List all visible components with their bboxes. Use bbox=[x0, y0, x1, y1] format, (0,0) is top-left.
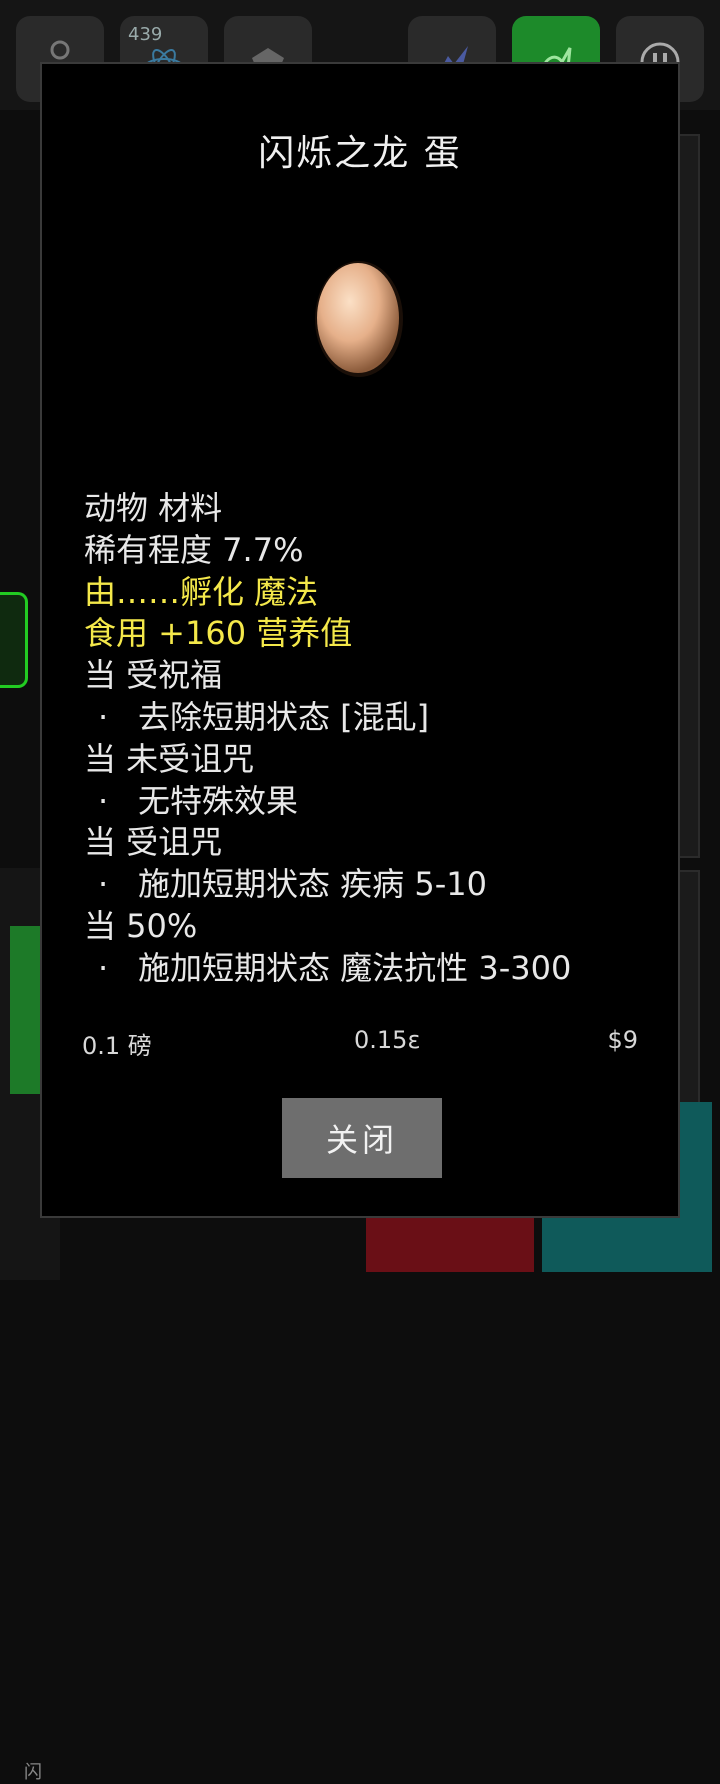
rarity-line: 稀有程度 7.7% bbox=[84, 530, 304, 569]
item-title: 闪烁之龙 蛋 bbox=[258, 133, 462, 174]
uncursed-effect: 无特殊效果 bbox=[138, 781, 299, 820]
bullet: · bbox=[98, 697, 109, 736]
egg-image bbox=[312, 256, 408, 380]
blessed-effect-row: · 去除短期状态 [混乱] bbox=[84, 697, 664, 739]
uncursed-label: 当 未受诅咒 bbox=[84, 739, 255, 778]
left-panel-label: 闪 bbox=[24, 1762, 42, 1783]
chance-label: 当 50% bbox=[84, 906, 198, 945]
bullet: · bbox=[98, 781, 109, 820]
eat-line: 食用 +160 营养值 bbox=[84, 614, 353, 653]
blessed-label: 当 受祝福 bbox=[84, 656, 223, 695]
cursed-effect-row: · 施加短期状态 疾病 5-10 bbox=[84, 864, 664, 906]
item-stats: 0.1 磅 0.15ε $9 bbox=[82, 1026, 638, 1060]
cursed-label: 当 受诅咒 bbox=[84, 823, 223, 862]
bottom-red-button[interactable] bbox=[366, 1210, 534, 1272]
weight-value: 0.1 磅 bbox=[82, 1032, 152, 1060]
cursed-effect: 施加短期状态 疾病 5-10 bbox=[138, 865, 487, 904]
bullet: · bbox=[98, 948, 109, 987]
hatch-line: 由……孵化 魔法 bbox=[84, 572, 319, 611]
egg-icon bbox=[315, 261, 403, 377]
item-info: 动物 材料 稀有程度 7.7% 由……孵化 魔法 食用 +160 营养值 当 受… bbox=[84, 488, 664, 990]
blessed-effect: 去除短期状态 [混乱] bbox=[138, 697, 430, 736]
item-detail-dialog: 闪烁之龙 蛋 动物 材料 稀有程度 7.7% 由……孵化 魔法 食用 +160 … bbox=[40, 62, 680, 1218]
uncursed-effect-row: · 无特殊效果 bbox=[84, 781, 664, 823]
close-button[interactable]: 关闭 bbox=[282, 1098, 442, 1178]
price-value: $9 bbox=[607, 1026, 638, 1054]
chance-effect-row: · 施加短期状态 魔法抗性 3-300 bbox=[84, 948, 664, 990]
category-line: 动物 材料 bbox=[84, 489, 223, 527]
bullet: · bbox=[98, 865, 109, 904]
chance-effect: 施加短期状态 魔法抗性 3-300 bbox=[138, 948, 572, 987]
left-panel-bar bbox=[10, 926, 44, 1094]
side-tab-button[interactable] bbox=[0, 592, 28, 688]
energy-value: 0.15ε bbox=[354, 1026, 421, 1054]
